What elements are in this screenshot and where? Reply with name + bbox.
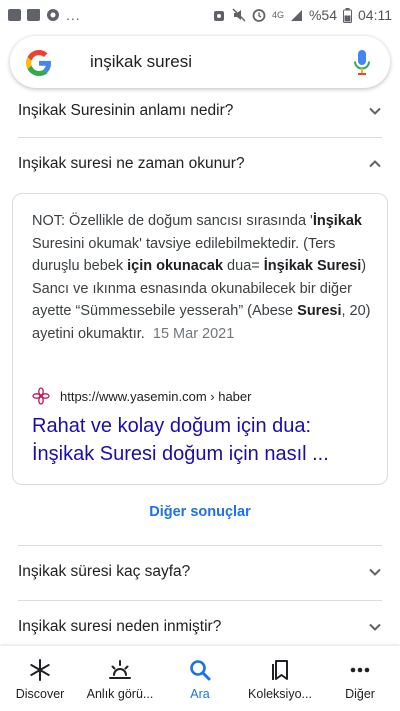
answer-card: NOT: Özellikle de doğum sancısı sırasınd…	[12, 193, 388, 485]
faq-item-neden[interactable]: Inşikak suresi neden inmiştir?	[18, 616, 382, 638]
snippet-date: 15 Mar 2021	[152, 325, 235, 342]
divider	[18, 600, 382, 601]
search-input[interactable]: inşikak suresi	[90, 52, 192, 72]
chevron-down-icon	[369, 107, 381, 115]
microphone-icon[interactable]	[354, 50, 370, 76]
sunrise-icon	[109, 660, 131, 679]
faq-question: Inşikak suresi neden inmiştir?	[18, 618, 222, 635]
snippet-bold: için okunacak	[127, 258, 224, 275]
snippet-bold: İnşikak	[312, 213, 362, 229]
nav-label: Diğer	[345, 687, 375, 701]
nav-label: Koleksiyo...	[248, 687, 312, 701]
nav-discover[interactable]: Discover	[0, 646, 80, 711]
clock-time: 04:11	[358, 7, 392, 23]
folder-notification-icon	[27, 9, 40, 21]
more-dots-icon	[350, 667, 370, 673]
source-url: https://www.yasemin.com › haber	[60, 388, 252, 404]
nav-ara[interactable]: Ara	[160, 646, 240, 711]
search-bar[interactable]: inşikak suresi	[10, 36, 390, 88]
yasemin-favicon-icon	[32, 387, 50, 405]
divider	[18, 545, 382, 546]
nav-label: Discover	[15, 687, 65, 701]
google-logo-icon	[26, 50, 51, 76]
collections-icon	[272, 660, 288, 680]
battery-icon	[343, 7, 352, 23]
result-title-link[interactable]: Rahat ve kolay doğum için dua: İnşikak S…	[32, 412, 377, 468]
faq-item-anlami[interactable]: Inşikak Suresinin anlamı nedir?	[18, 100, 382, 122]
alarm-icon	[213, 11, 224, 21]
faq-question: Inşikak süresi kaç sayfa?	[18, 563, 191, 580]
image-notification-icon	[8, 9, 21, 21]
status-bar: ... 4G %54 04:11	[0, 0, 400, 30]
snippet-text: dua=	[223, 258, 264, 275]
nav-anlik[interactable]: Anlık görü...	[80, 646, 160, 711]
status-left: ...	[8, 7, 81, 23]
nav-diger[interactable]: Diğer	[320, 646, 400, 711]
nav-koleksiyonlar[interactable]: Koleksiyo...	[240, 646, 320, 711]
status-right: 4G %54 04:11	[212, 7, 392, 23]
network-type: 4G	[271, 10, 284, 20]
nav-label: Anlık görü...	[86, 687, 154, 701]
divider	[18, 137, 382, 138]
chat-notification-icon	[47, 9, 59, 21]
faq-question: Inşikak suresi ne zaman okunur?	[18, 155, 245, 172]
faq-question: Inşikak Suresinin anlamı nedir?	[18, 102, 234, 119]
snippet-text: NOT: Özellikle de doğum sancısı sırasınd…	[32, 213, 313, 229]
battery-percent: %54	[308, 7, 337, 23]
answer-snippet: NOT: Özellikle de doğum sancısı sırasınd…	[32, 210, 372, 346]
asterisk-icon	[30, 659, 50, 681]
snippet-bold: İnşikak Suresi	[263, 258, 362, 275]
bottom-navigation: Discover Anlık görü... Ara Koleksiyo... …	[0, 646, 400, 711]
chevron-up-icon	[369, 160, 381, 168]
faq-item-ne-zaman[interactable]: Inşikak suresi ne zaman okunur?	[18, 153, 382, 175]
alarm-clock-icon	[252, 9, 266, 22]
search-icon	[190, 660, 211, 681]
faq-item-sayfa[interactable]: Inşikak süresi kaç sayfa?	[18, 561, 382, 583]
chevron-down-icon	[369, 623, 381, 631]
snippet-bold: Suresi	[297, 303, 342, 320]
mute-icon	[232, 8, 246, 22]
nav-label: Ara	[190, 687, 210, 701]
chevron-down-icon	[369, 568, 381, 576]
result-source[interactable]: https://www.yasemin.com › haber	[32, 387, 251, 405]
signal-icon	[290, 9, 302, 21]
more-results-link[interactable]: Diğer sonuçlar	[0, 504, 400, 520]
more-notifications-text: ...	[66, 7, 81, 23]
